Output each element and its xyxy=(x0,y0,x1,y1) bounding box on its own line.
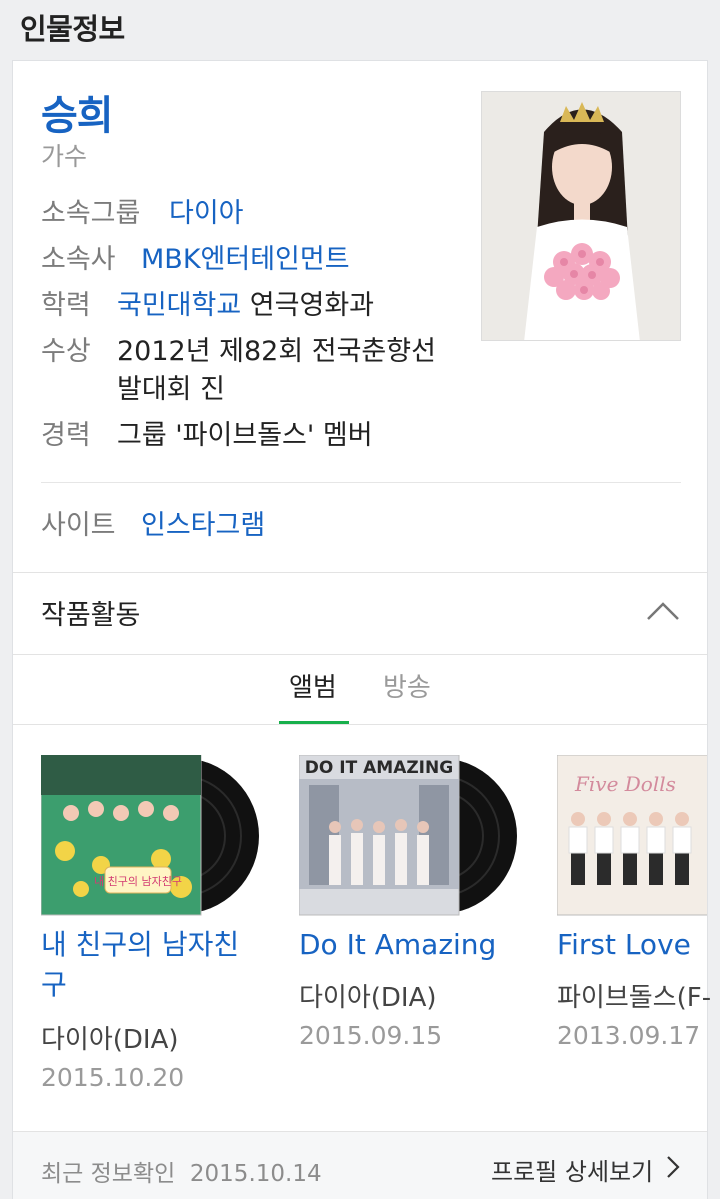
info-label-agency: 소속사 xyxy=(41,244,116,275)
album-cover-1: 내 친구의 남자친구 xyxy=(41,755,259,916)
tab-album[interactable]: 앨범 xyxy=(289,667,337,704)
major-text: 연극영화과 xyxy=(249,290,374,321)
info-label-education: 학력 xyxy=(41,290,91,321)
album-artist-3: 파이브돌스(F- xyxy=(557,983,712,1013)
chevron-right-icon[interactable] xyxy=(663,1154,683,1180)
album-cover-3: Five Dolls xyxy=(557,755,707,916)
person-role: 가수 xyxy=(41,142,88,171)
info-divider xyxy=(41,482,681,483)
album-title-2-line1: Do It Amazing xyxy=(299,928,497,961)
album-date-2: 2015.09.15 xyxy=(299,1021,443,1050)
profile-photo[interactable] xyxy=(481,91,681,341)
album-title-1-line1: 내 친구의 남자친 xyxy=(41,928,240,961)
person-name[interactable]: 승희 xyxy=(41,83,114,141)
album-title-2[interactable]: Do It Amazing xyxy=(299,925,496,965)
section-header: 인물정보 xyxy=(0,0,720,60)
award-value-line2: 발대회 진 xyxy=(117,374,225,405)
works-divider xyxy=(13,572,707,573)
info-label-group: 소속그룹 xyxy=(41,198,141,229)
tabs-bottom-divider xyxy=(13,724,707,725)
info-label-career: 경력 xyxy=(41,420,91,451)
album-title-1[interactable]: 내 친구의 남자친 구 xyxy=(41,925,239,1005)
album-cover-2: DO IT AMAZING xyxy=(299,755,517,916)
album-3-cover-text: Five Dolls xyxy=(574,772,676,796)
education-value: 국민대학교 연극영화과 xyxy=(117,287,374,325)
album-title-3-line1: First Love xyxy=(557,928,691,961)
group-link[interactable]: 다이아 xyxy=(169,195,244,233)
career-value: 그룹 '파이브돌스' 멤버 xyxy=(117,420,373,451)
agency-link[interactable]: MBK엔터테인먼트 xyxy=(141,241,350,279)
last-updated: 최근 정보확인 2015.10.14 xyxy=(41,1154,322,1188)
collapse-button[interactable] xyxy=(643,591,683,631)
chevron-up-icon xyxy=(647,602,679,620)
tab-broadcast[interactable]: 방송 xyxy=(383,667,431,704)
profile-detail-link[interactable]: 프로필 상세보기 xyxy=(491,1152,653,1187)
album-1-cover-text: 내 친구의 남자친구 xyxy=(94,875,182,888)
album-date-1: 2015.10.20 xyxy=(41,1063,185,1092)
card-footer: 최근 정보확인 2015.10.14 프로필 상세보기 xyxy=(13,1131,707,1199)
album-date-3: 2013.09.17 xyxy=(557,1021,701,1050)
last-updated-date: 2015.10.14 xyxy=(189,1161,322,1187)
works-title: 작품활동 xyxy=(41,600,141,631)
album-title-3[interactable]: First Love xyxy=(557,925,691,965)
section-title: 인물정보 xyxy=(20,12,125,46)
album-title-1-line2: 구 xyxy=(41,968,67,1001)
instagram-link[interactable]: 인스타그램 xyxy=(141,507,265,545)
album-artist-2: 다이아(DIA) xyxy=(299,983,437,1013)
last-updated-label: 최근 정보확인 xyxy=(41,1161,176,1187)
album-2-cover-text: DO IT AMAZING xyxy=(305,758,453,778)
school-link[interactable]: 국민대학교 xyxy=(117,290,241,321)
profile-card: 승희 가수 소속그룹 다이아 소속사 MBK엔터테인먼트 학력 국민대학교 연극… xyxy=(12,60,712,1199)
profile-photo-image xyxy=(482,92,680,340)
info-label-site: 사이트 xyxy=(41,510,116,541)
info-label-award: 수상 xyxy=(41,336,91,367)
album-artist-1: 다이아(DIA) xyxy=(41,1025,179,1055)
tabs-top-divider xyxy=(13,654,707,655)
award-value-line1: 2012년 제82회 전국춘향선 xyxy=(117,336,436,367)
